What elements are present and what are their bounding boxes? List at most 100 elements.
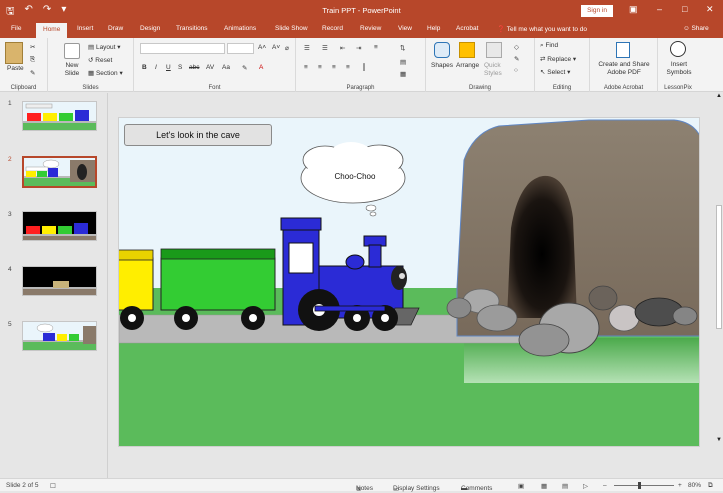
tab-review[interactable]: Review [360,25,381,32]
change-case-icon[interactable]: Aa [222,64,230,71]
quick-styles-button[interactable]: Quick Styles [484,62,508,78]
scroll-thumb[interactable] [716,205,722,329]
replace-button[interactable]: ⇄ Replace ▾ [540,55,576,63]
tab-insert[interactable]: Insert [77,25,93,32]
sign-in-button[interactable]: Sign in [581,5,613,17]
tab-acrobat[interactable]: Acrobat [456,25,478,32]
decrease-font-icon[interactable]: A˅ [272,44,280,51]
fit-slide-icon[interactable]: ⧉ [708,482,713,490]
reset-button[interactable]: ↺ Reset [88,56,112,64]
align-text-icon[interactable]: ▤ [400,58,406,66]
align-right-icon[interactable]: ≡ [332,64,336,71]
shapes-icon[interactable] [434,42,450,58]
slideshow-icon[interactable]: ▷ [583,482,588,490]
new-slide-icon[interactable] [64,43,80,59]
tab-file[interactable]: File [11,25,21,32]
arrange-icon[interactable] [459,42,475,58]
create-pdf-button[interactable]: Create and Share Adobe PDF [594,61,654,77]
scroll-up-icon[interactable]: ▲ [716,93,722,99]
tell-me-search[interactable]: ❓ Tell me what you want to do [497,25,587,33]
underline-icon[interactable]: U [166,64,171,71]
paste-button[interactable]: Paste [7,65,24,72]
tab-record[interactable]: Record [322,25,343,32]
slide-thumbnail-3[interactable] [22,211,97,241]
scroll-down-icon[interactable]: ▼ [716,437,722,443]
select-button[interactable]: ↖ Select ▾ [540,68,570,76]
increase-indent-icon[interactable]: ⇥ [356,44,361,52]
shape-fill-icon[interactable]: ◇ [514,43,519,51]
thought-text[interactable]: Choo-Choo [315,172,395,181]
tab-transitions[interactable]: Transitions [176,25,208,32]
shapes-button[interactable]: Shapes [431,62,453,69]
thumb-2-art [24,159,95,186]
format-painter-icon[interactable]: ✎ [30,69,35,77]
slide-thumbnail-4[interactable] [22,266,97,296]
tab-design[interactable]: Design [140,25,160,32]
cut-icon[interactable]: ✂ [30,43,35,51]
smartart-icon[interactable]: ▦ [400,70,406,78]
zoom-slider[interactable] [614,482,674,489]
shape-effects-icon[interactable]: ○ [514,67,518,74]
minimize-icon[interactable]: – [657,4,662,14]
slide-canvas[interactable]: Let's look in the cave Choo-Choo [118,117,700,447]
increase-font-icon[interactable]: A˄ [258,44,266,51]
justify-icon[interactable]: ≡ [346,64,350,71]
tab-view[interactable]: View [398,25,412,32]
normal-view-icon[interactable]: ▣ [518,482,524,490]
layout-button[interactable]: ▤ Layout ▾ [88,43,121,51]
copy-icon[interactable]: ⎘ [30,56,35,64]
share-button[interactable]: ☺ Share [683,25,709,32]
text-direction-icon[interactable]: ⇅ [400,44,405,52]
section-button[interactable]: ▦ Section ▾ [88,69,123,77]
arrange-button[interactable]: Arrange [456,62,479,69]
bullets-icon[interactable]: ☰ [304,44,310,52]
slide-thumbnail-5[interactable] [22,321,97,351]
font-name-select[interactable] [140,43,225,54]
char-spacing-icon[interactable]: AV [206,64,214,71]
accessibility-icon[interactable]: ☐ [50,482,56,490]
thumb-number-4: 4 [8,266,12,273]
font-size-select[interactable] [227,43,254,54]
font-color-icon[interactable]: A [259,64,263,71]
caption-box[interactable]: Let's look in the cave [124,124,272,146]
ribbon-display-icon[interactable]: ▣ [629,4,638,15]
tab-home[interactable]: Home [36,23,68,38]
share-label: Share [691,25,709,32]
tab-slide-show[interactable]: Slide Show [275,25,308,32]
bold-icon[interactable]: B [142,64,147,71]
decrease-indent-icon[interactable]: ⇤ [340,44,345,52]
slide-thumbnail-1[interactable] [22,101,97,131]
align-center-icon[interactable]: ≡ [318,64,322,71]
pdf-icon[interactable] [616,42,630,58]
reading-view-icon[interactable]: ▤ [562,482,568,490]
close-icon[interactable]: ✕ [706,4,714,15]
highlight-icon[interactable]: ✎ [242,64,247,72]
thumb-number-2: 2 [8,156,12,163]
align-left-icon[interactable]: ≡ [304,64,308,71]
clear-formatting-icon[interactable]: ⌀ [285,44,289,52]
tab-help[interactable]: Help [427,25,440,32]
line-spacing-icon[interactable]: ≡ [374,44,378,51]
maximize-icon[interactable]: □ [682,4,687,14]
strikethrough-icon[interactable]: abc [189,64,199,71]
italic-icon[interactable]: I [155,64,157,71]
quick-styles-icon[interactable] [486,42,502,58]
vertical-scrollbar[interactable]: ▲ ▼ [715,93,723,478]
zoom-out-icon[interactable]: – [603,482,607,489]
numbering-icon[interactable]: ☰ [322,44,328,52]
paste-icon[interactable] [5,42,23,64]
columns-icon[interactable]: ║ [362,64,367,71]
tab-animations[interactable]: Animations [224,25,256,32]
tab-draw[interactable]: Draw [108,25,123,32]
insert-symbols-button[interactable]: Insert Symbols [661,61,697,77]
smiley-icon[interactable] [670,41,686,57]
shape-outline-icon[interactable]: ✎ [514,55,519,63]
zoom-slider-thumb[interactable] [638,482,641,489]
shadow-icon[interactable]: S [178,64,182,71]
zoom-level[interactable]: 80% [688,482,701,489]
find-button[interactable]: ⌕ Find [540,42,558,50]
slide-sorter-icon[interactable]: ▦ [541,482,547,490]
slide-thumbnail-2[interactable] [22,156,97,188]
zoom-in-icon[interactable]: + [678,482,682,489]
new-slide-button[interactable]: New Slide [62,62,82,78]
